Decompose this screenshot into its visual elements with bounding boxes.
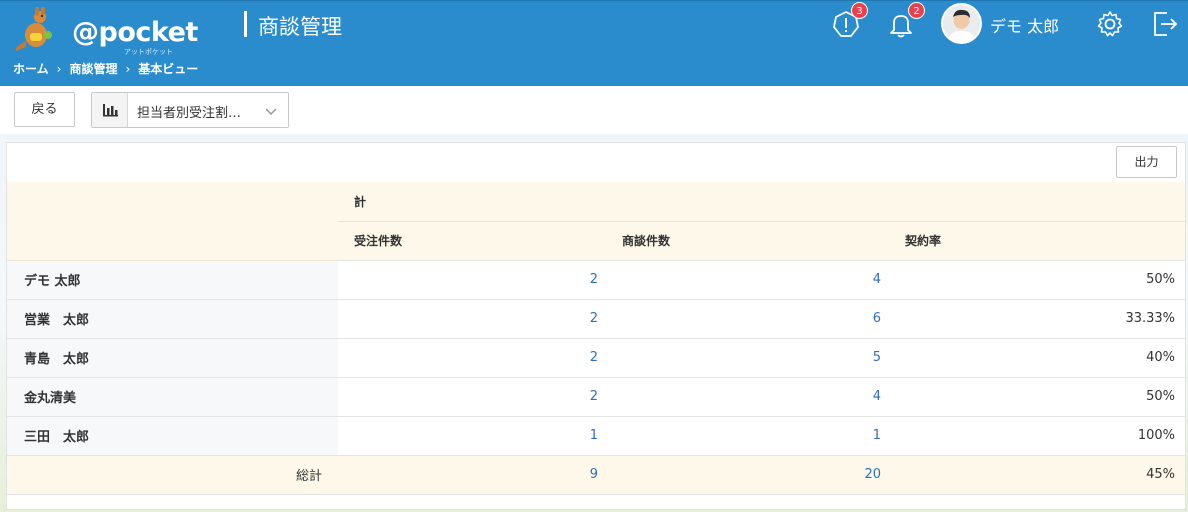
total-label: 総計	[7, 455, 338, 495]
breadcrumb-current: 基本ビュー	[138, 62, 199, 76]
notification-count-badge: 2	[908, 2, 925, 19]
table-row: デモ 太郎 2 4 50%	[7, 260, 1186, 300]
total-contract-rate: 45%	[889, 455, 1186, 495]
breadcrumb-home[interactable]: ホーム	[13, 60, 49, 77]
breadcrumb-deals[interactable]: 商談管理	[69, 60, 117, 77]
orders-count-link[interactable]: 2	[338, 299, 606, 339]
column-header-orders[interactable]: 受注件数	[338, 221, 606, 261]
page-title: 商談管理	[258, 15, 342, 39]
orders-count-link[interactable]: 2	[338, 338, 606, 378]
orders-count-link[interactable]: 1	[338, 416, 606, 456]
row-name: 青島 太郎	[7, 338, 338, 378]
deals-count-link[interactable]: 6	[606, 299, 889, 339]
orders-count-link[interactable]: 2	[338, 377, 606, 417]
export-button[interactable]: 出力	[1116, 146, 1177, 178]
report-select[interactable]: 担当者別受注割…	[91, 92, 289, 128]
deals-count-link[interactable]: 4	[606, 260, 889, 300]
chevron-down-icon	[265, 108, 277, 116]
contract-rate: 100%	[889, 416, 1186, 456]
user-name[interactable]: デモ 太郎	[990, 13, 1059, 37]
report-select-value: 担当者別受注割…	[137, 106, 242, 121]
table-row: 営業 太郎 2 6 33.33%	[7, 299, 1186, 339]
table-row: 金丸清美 2 4 50%	[7, 377, 1186, 417]
bar-chart-icon	[103, 104, 118, 117]
column-header-deals[interactable]: 商談件数	[606, 221, 889, 261]
deals-count-link[interactable]: 4	[606, 377, 889, 417]
contract-rate: 33.33%	[889, 299, 1186, 339]
breadcrumb-separator: ›	[56, 61, 62, 76]
column-header-rate[interactable]: 契約率	[889, 221, 1186, 261]
orders-count-link[interactable]: 2	[338, 260, 606, 300]
table-row: 三田 太郎 1 1 100%	[7, 416, 1186, 456]
row-name: デモ 太郎	[7, 260, 338, 300]
notifications-button[interactable]: 2	[886, 2, 925, 39]
breadcrumb-separator: ›	[125, 61, 131, 76]
row-name: 三田 太郎	[7, 416, 338, 456]
table-header-row: 計	[7, 182, 1186, 261]
logout-icon	[1154, 12, 1178, 36]
total-row: 総計 9 20 45%	[7, 455, 1186, 495]
user-photo-icon	[943, 5, 980, 42]
contract-rate: 50%	[889, 260, 1186, 300]
table-row: 青島 太郎 2 5 40%	[7, 338, 1186, 378]
contract-rate: 40%	[889, 338, 1186, 378]
row-name: 営業 太郎	[7, 299, 338, 339]
report-table: 計 受注件数 商談件数 契約率 デモ 太郎 2 4 50% 営業 太郎 2 6 …	[7, 182, 1186, 495]
title-divider	[244, 11, 247, 37]
gear-icon	[1097, 11, 1123, 37]
alert-button[interactable]: 3	[831, 2, 868, 39]
contract-rate: 50%	[889, 377, 1186, 417]
user-avatar[interactable]	[941, 3, 982, 44]
settings-button[interactable]	[1095, 9, 1125, 39]
app-logo[interactable]: @pocket アットポケット	[12, 7, 198, 56]
total-orders-link[interactable]: 9	[338, 455, 606, 495]
row-name: 金丸清美	[7, 377, 338, 417]
app-header: @pocket アットポケット 商談管理 ホーム › 商談管理 › 基本ビュー …	[0, 0, 1188, 86]
logout-button[interactable]	[1149, 9, 1179, 39]
logo-subtext: アットポケット	[124, 48, 173, 56]
deals-count-link[interactable]: 5	[606, 338, 889, 378]
deals-count-link[interactable]: 1	[606, 416, 889, 456]
alert-count-badge: 3	[851, 2, 868, 19]
back-button[interactable]: 戻る	[14, 92, 75, 127]
toolbar: 戻る 担当者別受注割…	[0, 86, 1188, 134]
logo-text: @pocket	[72, 17, 198, 48]
total-deals-link[interactable]: 20	[606, 455, 889, 495]
report-panel: 出力 計 受注件数 商談件数 契約率 デモ 太郎 2 4 50% 営業 太郎 2…	[6, 142, 1186, 510]
report-type-button[interactable]	[92, 93, 128, 127]
table-corner-cell	[7, 182, 338, 261]
group-header: 計	[338, 182, 1186, 222]
breadcrumb: ホーム › 商談管理 › 基本ビュー	[13, 60, 198, 77]
kangaroo-logo-icon	[15, 7, 52, 51]
